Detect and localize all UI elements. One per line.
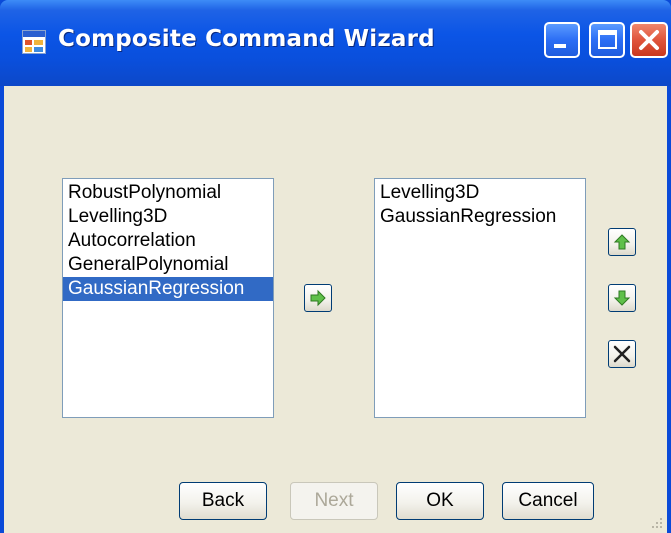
app-window-icon xyxy=(22,30,46,54)
list-item[interactable]: Autocorrelation xyxy=(63,229,273,253)
close-button[interactable] xyxy=(630,22,668,58)
window-title: Composite Command Wizard xyxy=(58,26,435,52)
list-item[interactable]: RobustPolynomial xyxy=(63,181,273,205)
list-item[interactable]: Levelling3D xyxy=(375,181,585,205)
move-down-button[interactable] xyxy=(608,284,636,312)
list-item[interactable]: Levelling3D xyxy=(63,205,273,229)
cancel-button[interactable]: Cancel xyxy=(502,482,594,520)
next-button[interactable]: Next xyxy=(290,482,378,520)
minimize-icon xyxy=(554,44,566,48)
selected-commands-list[interactable]: Levelling3D GaussianRegression xyxy=(374,178,586,418)
list-item[interactable]: GeneralPolynomial xyxy=(63,253,273,277)
arrow-right-icon xyxy=(310,289,326,307)
minimize-button[interactable] xyxy=(544,22,580,58)
move-up-button[interactable] xyxy=(608,228,636,256)
arrow-up-icon xyxy=(613,234,631,250)
ok-button[interactable]: OK xyxy=(396,482,484,520)
list-item-selected[interactable]: GaussianRegression xyxy=(63,277,273,301)
wizard-window: Composite Command Wizard RobustPolynomia… xyxy=(0,0,671,533)
maximize-button[interactable] xyxy=(589,22,625,58)
list-item[interactable]: GaussianRegression xyxy=(375,205,585,229)
close-icon xyxy=(639,30,659,50)
resize-grip-icon[interactable] xyxy=(649,515,663,529)
wizard-client-area: RobustPolynomial Levelling3D Autocorrela… xyxy=(4,86,667,533)
available-commands-list[interactable]: RobustPolynomial Levelling3D Autocorrela… xyxy=(62,178,274,418)
back-button[interactable]: Back xyxy=(179,482,267,520)
add-command-button[interactable] xyxy=(304,284,332,312)
remove-command-button[interactable] xyxy=(608,340,636,368)
title-bar[interactable]: Composite Command Wizard xyxy=(0,0,671,86)
x-icon xyxy=(613,345,631,363)
arrow-down-icon xyxy=(613,290,631,306)
maximize-icon xyxy=(598,30,617,49)
